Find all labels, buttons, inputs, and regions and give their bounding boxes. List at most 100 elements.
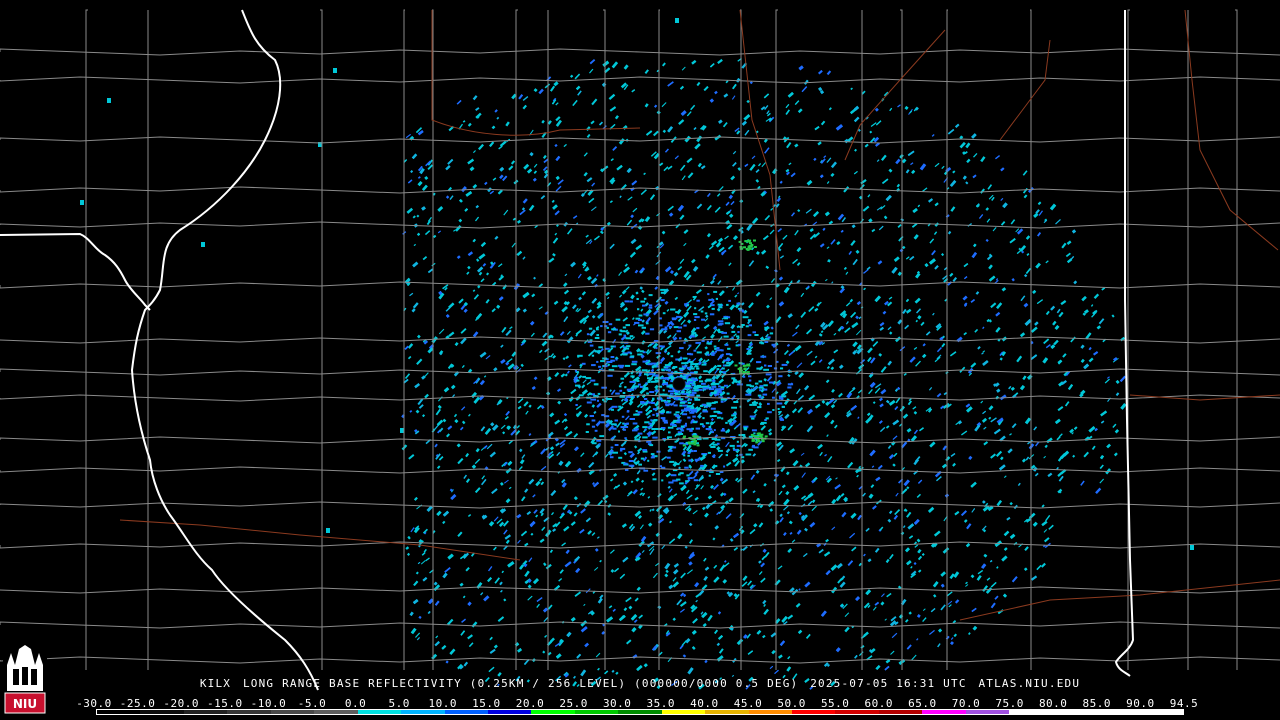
echo [772,409,775,411]
echo [763,368,769,371]
echo [634,461,640,464]
echo [758,386,764,389]
echo [748,448,753,451]
echo [749,379,752,382]
echo [760,355,767,358]
echo [712,455,716,458]
echo [703,370,708,373]
echo [749,415,756,418]
echo [655,347,658,350]
echo [701,318,706,321]
echo [591,425,596,428]
echo [714,401,718,404]
echo [696,394,701,397]
echo [601,386,607,389]
echo [589,344,594,347]
echo [660,291,667,294]
echo [620,426,626,429]
echo [642,426,648,429]
echo [721,417,724,420]
echo [747,334,752,337]
echo [642,360,647,363]
echo [647,381,651,383]
echo [711,304,715,307]
echo [588,327,593,330]
echo [640,300,645,303]
echo [723,359,729,362]
echo [677,398,684,401]
echo [745,453,752,456]
echo [576,413,580,416]
echo [745,393,752,396]
echo [637,432,643,435]
echo [741,456,745,459]
echo [655,412,659,415]
echo [630,375,635,378]
echo [726,392,730,395]
echo [746,348,750,350]
echo [711,415,717,417]
echo [599,435,605,438]
echo [694,398,701,401]
echo [684,466,689,469]
echo [598,365,602,368]
echo [704,312,708,315]
echo [762,393,768,396]
echo [637,308,640,311]
echo [684,303,687,306]
echo [745,325,749,328]
echo [625,324,630,327]
echo [637,383,641,386]
echo [661,328,668,331]
echo [718,385,721,388]
echo [675,411,680,414]
radar-map [0,0,1280,720]
echo [623,347,630,350]
echo [639,385,644,388]
echo [675,393,681,396]
echo [623,334,627,337]
echo [636,298,639,300]
echo [725,421,728,424]
echo [702,417,705,420]
echo [681,365,687,368]
echo [611,405,618,408]
echo [644,373,649,376]
echo [634,385,639,388]
echo [590,379,596,382]
echo [717,364,722,367]
echo [708,298,715,301]
echo [630,355,635,358]
echo [666,456,671,459]
echo [610,345,614,348]
echo [652,397,655,400]
echo [661,479,664,482]
echo [700,310,704,313]
echo [713,429,716,432]
echo [649,410,653,412]
echo [615,318,621,321]
echo [754,382,759,385]
echo [624,300,630,303]
echo [628,464,635,467]
echo [736,444,741,447]
echo [765,373,772,376]
echo [638,463,642,466]
echo [668,481,674,484]
echo [708,474,711,477]
echo [629,335,634,338]
echo [626,345,631,348]
echo [647,377,653,380]
echo [640,457,644,460]
echo [712,379,716,382]
echo [748,324,752,327]
echo [682,404,688,407]
echo [610,446,614,449]
echo [620,447,626,450]
echo [769,381,774,384]
echo [672,366,678,368]
echo [729,354,733,357]
echo [695,341,702,344]
echo [707,293,710,296]
echo [736,302,741,305]
